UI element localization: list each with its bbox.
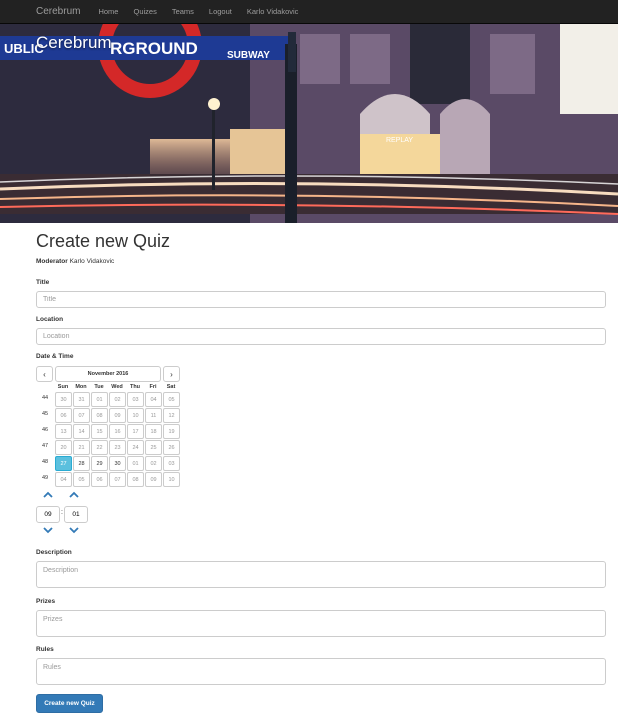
day-cell[interactable]: 25	[145, 440, 162, 455]
navbar-brand[interactable]: Cerebrum	[36, 6, 80, 17]
day-cell[interactable]: 15	[91, 424, 108, 439]
day-cell[interactable]: 16	[109, 424, 126, 439]
hour-down-chevron-icon[interactable]	[42, 526, 54, 534]
minute-up-chevron-icon[interactable]	[68, 491, 80, 499]
rules-textarea[interactable]	[36, 658, 606, 685]
day-cell[interactable]: 30	[109, 456, 126, 471]
day-cell[interactable]: 18	[145, 424, 162, 439]
page-title: Create new Quiz	[36, 231, 171, 251]
hero-photo: UBLIC RGROUND SUBWAY REPLAY	[0, 24, 618, 223]
minute-down-chevron-icon[interactable]	[68, 526, 80, 534]
create-quiz-button[interactable]: Create new Quiz	[36, 694, 103, 713]
location-label: Location	[36, 316, 64, 323]
svg-text:REPLAY: REPLAY	[386, 137, 413, 144]
day-cell[interactable]: 01	[127, 456, 144, 471]
week-number: 49	[41, 475, 49, 481]
day-cell[interactable]: 30	[55, 392, 72, 407]
day-cell[interactable]: 02	[145, 456, 162, 471]
day-cell[interactable]: 09	[145, 472, 162, 487]
day-cell[interactable]: 21	[73, 440, 90, 455]
day-cell-selected[interactable]: 27	[55, 456, 72, 471]
week-number: 46	[41, 427, 49, 433]
weekday-mon: Mon	[75, 384, 87, 390]
description-label: Description	[36, 549, 72, 556]
day-cell[interactable]: 01	[91, 392, 108, 407]
week-number: 48	[41, 459, 49, 465]
day-cell[interactable]: 31	[73, 392, 90, 407]
time-separator: :	[61, 509, 63, 516]
prizes-label: Prizes	[36, 598, 56, 605]
title-input[interactable]	[36, 291, 606, 308]
day-cell[interactable]: 04	[55, 472, 72, 487]
nav-quizes[interactable]: Quizes	[133, 7, 156, 16]
day-cell[interactable]: 09	[109, 408, 126, 423]
chevron-left-icon: ‹	[43, 369, 46, 379]
day-cell[interactable]: 19	[163, 424, 180, 439]
day-cell[interactable]: 05	[73, 472, 90, 487]
day-cell[interactable]: 14	[73, 424, 90, 439]
moderator-label: Moderator	[36, 258, 68, 265]
description-textarea[interactable]	[36, 561, 606, 588]
day-cell[interactable]: 08	[91, 408, 108, 423]
prev-month-button[interactable]: ‹	[36, 366, 53, 382]
day-cell[interactable]: 17	[127, 424, 144, 439]
next-month-button[interactable]: ›	[163, 366, 180, 382]
weekday-sat: Sat	[166, 384, 176, 390]
minute-input[interactable]	[64, 506, 88, 523]
day-cell[interactable]: 22	[91, 440, 108, 455]
day-cell[interactable]: 02	[109, 392, 126, 407]
day-cell[interactable]: 13	[55, 424, 72, 439]
prizes-textarea[interactable]	[36, 610, 606, 637]
week-number: 47	[41, 443, 49, 449]
datepicker-header: ‹ November 2016 ›	[36, 366, 182, 382]
top-navbar: Cerebrum Home Quizes Teams Logout Karlo …	[0, 0, 618, 24]
day-cell[interactable]: 12	[163, 408, 180, 423]
nav-teams[interactable]: Teams	[172, 7, 194, 16]
chevron-right-icon: ›	[170, 369, 173, 379]
svg-text:SUBWAY: SUBWAY	[227, 50, 270, 61]
weekday-fri: Fri	[149, 384, 157, 390]
day-cell[interactable]: 06	[55, 408, 72, 423]
day-cell[interactable]: 07	[73, 408, 90, 423]
day-cell[interactable]: 20	[55, 440, 72, 455]
day-cell[interactable]: 04	[145, 392, 162, 407]
day-cell[interactable]: 26	[163, 440, 180, 455]
weekday-sun: Sun	[57, 384, 69, 390]
week-number: 44	[41, 395, 49, 401]
svg-text:RGROUND: RGROUND	[110, 39, 198, 58]
hour-input[interactable]	[36, 506, 60, 523]
title-label: Title	[36, 279, 50, 286]
day-cell[interactable]: 24	[127, 440, 144, 455]
weekday-tue: Tue	[94, 384, 104, 390]
hour-up-chevron-icon[interactable]	[42, 491, 54, 499]
hero-title: Cerebrum	[36, 33, 112, 52]
day-cell[interactable]: 08	[127, 472, 144, 487]
rules-label: Rules	[36, 646, 54, 653]
day-cell[interactable]: 11	[145, 408, 162, 423]
day-cell[interactable]: 06	[91, 472, 108, 487]
hero-banner: UBLIC RGROUND SUBWAY REPLAY Cerebrum	[0, 24, 618, 223]
moderator-name: Karlo Vidakovic	[69, 258, 115, 265]
weekday-thu: Thu	[129, 384, 141, 390]
day-cell[interactable]: 03	[127, 392, 144, 407]
day-cell[interactable]: 29	[91, 456, 108, 471]
day-cell[interactable]: 28	[73, 456, 90, 471]
datetime-label: Date & Time	[36, 353, 74, 360]
day-cell[interactable]: 23	[109, 440, 126, 455]
nav-logout[interactable]: Logout	[209, 7, 232, 16]
nav-home[interactable]: Home	[98, 7, 118, 16]
day-cell[interactable]: 10	[127, 408, 144, 423]
day-cell[interactable]: 05	[163, 392, 180, 407]
day-cell[interactable]: 10	[163, 472, 180, 487]
month-label[interactable]: November 2016	[55, 366, 161, 382]
weekday-wed: Wed	[111, 384, 123, 390]
day-cell[interactable]: 07	[109, 472, 126, 487]
nav-user[interactable]: Karlo Vidakovic	[247, 7, 299, 16]
week-number: 45	[41, 411, 49, 417]
location-input[interactable]	[36, 328, 606, 345]
day-cell[interactable]: 03	[163, 456, 180, 471]
moderator-line: Moderator Karlo Vidakovic	[36, 258, 114, 265]
